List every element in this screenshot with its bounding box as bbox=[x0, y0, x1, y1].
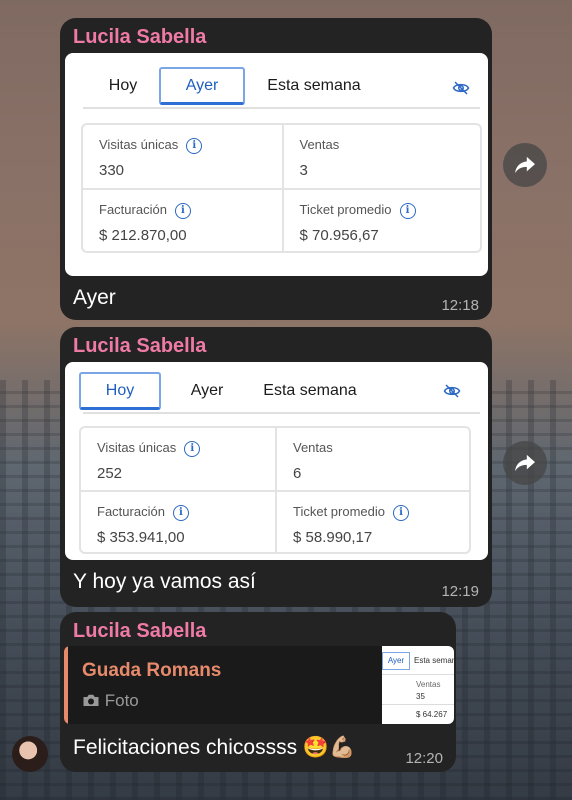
reply-subtitle: Foto bbox=[82, 691, 139, 711]
message-bubble-1[interactable]: Lucila Sabella Hoy Ayer Esta semana Visi… bbox=[60, 18, 492, 320]
info-icon: i bbox=[186, 137, 203, 154]
stat-value: $ 212.870,00 bbox=[99, 227, 187, 244]
stat-visitas: Visitas únicas i 330 bbox=[83, 125, 282, 188]
tab-hoy: Hoy bbox=[79, 372, 161, 410]
message-time: 12:18 bbox=[441, 297, 479, 314]
stat-label: Visitas únicas bbox=[97, 440, 177, 455]
stat-value: 252 bbox=[97, 465, 123, 482]
stat-label: Facturación bbox=[97, 504, 165, 519]
stats-grid: Visitas únicas i 252 Ventas 6 Facturación… bbox=[79, 426, 471, 554]
stat-label: Ticket promedio bbox=[299, 202, 392, 217]
reply-thumbnail: Ayer Esta semana Ventas 35 $ 64.267 bbox=[382, 646, 454, 724]
thumb-ventas: Ventas bbox=[416, 680, 441, 689]
info-icon: i bbox=[393, 504, 409, 521]
eye-off-icon bbox=[443, 384, 461, 398]
stat-label: Ticket promedio bbox=[293, 504, 385, 519]
stat-ventas: Ventas 3 bbox=[281, 125, 481, 188]
stat-facturacion: Facturación i $ 212.870,00 bbox=[83, 188, 282, 251]
stat-ticket: Ticket promedio i $ 58.990,17 bbox=[275, 490, 469, 552]
message-text: Felicitaciones chicossss 🤩💪🏼 bbox=[73, 736, 356, 759]
sender-name[interactable]: Lucila Sabella bbox=[73, 620, 206, 643]
thumb-ventas-val: 35 bbox=[416, 692, 425, 701]
message-bubble-3[interactable]: Lucila Sabella Guada Romans Foto Ayer Es… bbox=[60, 612, 456, 772]
thumb-amount: $ 64.267 bbox=[416, 710, 448, 719]
stats-card-image[interactable]: Hoy Ayer Esta semana Visitas únicas i 252… bbox=[65, 362, 488, 560]
stats-card-image[interactable]: Hoy Ayer Esta semana Visitas únicas i 330… bbox=[65, 53, 488, 276]
stat-label: Visitas únicas bbox=[99, 137, 179, 152]
message-time: 12:19 bbox=[441, 583, 479, 600]
stat-visitas: Visitas únicas i 252 bbox=[81, 428, 275, 490]
stat-ticket: Ticket promedio i $ 70.956,67 bbox=[281, 188, 480, 251]
stat-value: $ 58.990,17 bbox=[293, 529, 373, 546]
tab-esta-semana: Esta semana bbox=[267, 77, 361, 94]
reply-author: Guada Romans bbox=[82, 660, 222, 681]
message-text: Ayer bbox=[73, 286, 116, 309]
eye-off-icon bbox=[452, 81, 470, 95]
quoted-reply[interactable]: Guada Romans Foto Ayer Esta semana Venta… bbox=[64, 646, 454, 724]
tab-esta-semana: Esta semana bbox=[263, 382, 357, 399]
info-icon: i bbox=[172, 504, 189, 521]
period-tabs: Hoy Ayer Esta semana bbox=[79, 372, 480, 414]
message-text: Y hoy ya vamos así bbox=[73, 570, 256, 593]
tab-ayer: Ayer bbox=[159, 67, 245, 105]
stat-value: 330 bbox=[99, 162, 125, 179]
forward-button[interactable] bbox=[503, 143, 547, 187]
share-forward-icon bbox=[515, 156, 535, 174]
share-forward-icon bbox=[515, 454, 535, 472]
reply-accent-bar bbox=[64, 646, 68, 724]
tab-ayer: Ayer bbox=[190, 382, 224, 399]
stat-value: 6 bbox=[293, 465, 302, 482]
camera-icon bbox=[83, 694, 99, 706]
stat-label: Facturación bbox=[99, 202, 167, 217]
info-icon: i bbox=[184, 440, 201, 457]
avatar[interactable] bbox=[12, 736, 48, 772]
thumb-tab-semana: Esta semana bbox=[414, 656, 454, 665]
message-bubble-2[interactable]: Lucila Sabella Hoy Ayer Esta semana Visi… bbox=[60, 327, 492, 607]
stat-value: 3 bbox=[299, 162, 308, 179]
stat-facturacion: Facturación i $ 353.941,00 bbox=[81, 490, 275, 552]
sender-name[interactable]: Lucila Sabella bbox=[73, 26, 206, 49]
stat-label: Ventas bbox=[299, 137, 340, 152]
stat-value: $ 70.956,67 bbox=[299, 227, 379, 244]
tab-hoy: Hoy bbox=[108, 77, 138, 94]
stats-grid: Visitas únicas i 330 Ventas 3 Facturación… bbox=[81, 123, 482, 253]
message-time: 12:20 bbox=[405, 750, 443, 767]
forward-button[interactable] bbox=[503, 441, 547, 485]
period-tabs: Hoy Ayer Esta semana bbox=[83, 67, 480, 109]
info-icon: i bbox=[399, 202, 416, 219]
stat-ventas: Ventas 6 bbox=[275, 428, 469, 490]
sender-name[interactable]: Lucila Sabella bbox=[73, 335, 206, 358]
stat-value: $ 353.941,00 bbox=[97, 529, 185, 546]
reply-subtitle-text: Foto bbox=[104, 691, 139, 710]
stat-label: Ventas bbox=[293, 440, 333, 455]
info-icon: i bbox=[174, 202, 191, 219]
thumb-tab-ayer: Ayer bbox=[382, 652, 410, 670]
